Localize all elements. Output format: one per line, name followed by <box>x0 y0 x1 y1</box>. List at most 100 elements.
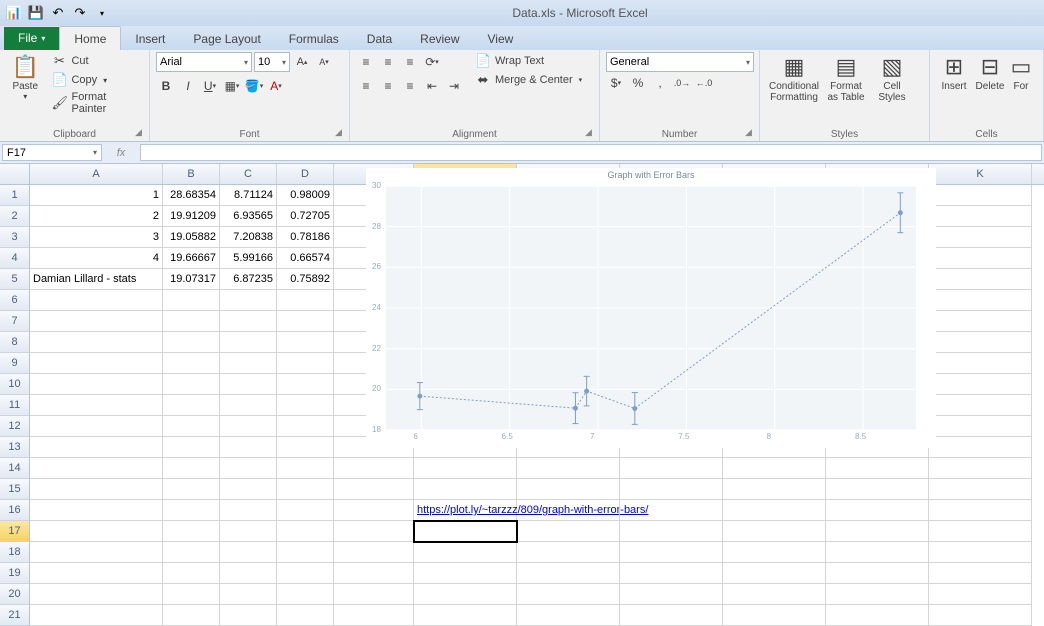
border-button[interactable]: ▦▾ <box>222 76 242 96</box>
cell-B7[interactable] <box>163 311 220 332</box>
cell-K7[interactable] <box>929 311 1032 332</box>
paste-button[interactable]: 📋 Paste ▾ <box>6 52 44 127</box>
cell-D11[interactable] <box>277 395 334 416</box>
cell-G21[interactable] <box>517 605 620 626</box>
cell-H17[interactable] <box>620 521 723 542</box>
col-header-B[interactable]: B <box>163 164 220 184</box>
delete-cell-button[interactable]: ⊟Delete <box>972 52 1008 127</box>
cell-E15[interactable] <box>334 479 414 500</box>
cell-E17[interactable] <box>334 521 414 542</box>
align-bottom-button[interactable]: ≡ <box>400 52 420 72</box>
cell-I14[interactable] <box>723 458 826 479</box>
cell-C14[interactable] <box>220 458 277 479</box>
row-header[interactable]: 9 <box>0 353 30 374</box>
align-left-button[interactable]: ≡ <box>356 76 376 96</box>
align-middle-button[interactable]: ≡ <box>378 52 398 72</box>
conditional-formatting-button[interactable]: ▦Conditional Formatting <box>766 52 822 127</box>
cell-C7[interactable] <box>220 311 277 332</box>
cell-K18[interactable] <box>929 542 1032 563</box>
cell-K9[interactable] <box>929 353 1032 374</box>
cell-I17[interactable] <box>723 521 826 542</box>
cell-B20[interactable] <box>163 584 220 605</box>
cell-B4[interactable]: 19.66667 <box>163 248 220 269</box>
cell-A3[interactable]: 3 <box>30 227 163 248</box>
cell-A7[interactable] <box>30 311 163 332</box>
cell-E18[interactable] <box>334 542 414 563</box>
underline-button[interactable]: U▾ <box>200 76 220 96</box>
cell-C8[interactable] <box>220 332 277 353</box>
cell-H18[interactable] <box>620 542 723 563</box>
format-cell-button[interactable]: ▭For <box>1008 52 1034 127</box>
cell-H15[interactable] <box>620 479 723 500</box>
cell-C13[interactable] <box>220 437 277 458</box>
cell-F20[interactable] <box>414 584 517 605</box>
cell-A16[interactable] <box>30 500 163 521</box>
cell-E21[interactable] <box>334 605 414 626</box>
cell-J20[interactable] <box>826 584 929 605</box>
format-painter-button[interactable]: 🖌Format Painter <box>48 90 143 116</box>
row-header[interactable]: 17 <box>0 521 30 542</box>
cell-F19[interactable] <box>414 563 517 584</box>
cell-G15[interactable] <box>517 479 620 500</box>
cell-J19[interactable] <box>826 563 929 584</box>
cell-A9[interactable] <box>30 353 163 374</box>
clipboard-launcher-icon[interactable]: ◢ <box>135 127 147 139</box>
cell-K15[interactable] <box>929 479 1032 500</box>
cell-E20[interactable] <box>334 584 414 605</box>
cell-J16[interactable] <box>826 500 929 521</box>
cell-A19[interactable] <box>30 563 163 584</box>
row-header[interactable]: 7 <box>0 311 30 332</box>
shrink-font-button[interactable]: A▾ <box>314 52 334 72</box>
cell-E14[interactable] <box>334 458 414 479</box>
cell-D8[interactable] <box>277 332 334 353</box>
cell-D18[interactable] <box>277 542 334 563</box>
align-right-button[interactable]: ≡ <box>400 76 420 96</box>
cell-I20[interactable] <box>723 584 826 605</box>
worksheet-grid[interactable]: ABCDEFGHIJK 1128.683548.711240.980092219… <box>0 164 1044 626</box>
row-header[interactable]: 8 <box>0 332 30 353</box>
tab-file[interactable]: File▾ <box>4 27 59 50</box>
cell-A13[interactable] <box>30 437 163 458</box>
row-header[interactable]: 20 <box>0 584 30 605</box>
percent-button[interactable]: % <box>628 73 648 93</box>
cell-D10[interactable] <box>277 374 334 395</box>
cell-K3[interactable] <box>929 227 1032 248</box>
number-launcher-icon[interactable]: ◢ <box>745 127 757 139</box>
cell-D13[interactable] <box>277 437 334 458</box>
cell-K10[interactable] <box>929 374 1032 395</box>
cell-F17[interactable] <box>414 521 517 542</box>
cell-A10[interactable] <box>30 374 163 395</box>
cell-G19[interactable] <box>517 563 620 584</box>
row-header[interactable]: 1 <box>0 185 30 206</box>
dec-decimal-button[interactable]: ←.0 <box>694 73 714 93</box>
cell-K13[interactable] <box>929 437 1032 458</box>
row-header[interactable]: 15 <box>0 479 30 500</box>
cell-A8[interactable] <box>30 332 163 353</box>
cell-A11[interactable] <box>30 395 163 416</box>
excel-icon[interactable]: 📊 <box>4 3 24 23</box>
cell-D15[interactable] <box>277 479 334 500</box>
cut-button[interactable]: ✂Cut <box>48 52 143 70</box>
fx-button[interactable]: fx <box>104 142 138 163</box>
font-color-button[interactable]: A▾ <box>266 76 286 96</box>
dedent-button[interactable]: ⇤ <box>422 76 442 96</box>
cell-B1[interactable]: 28.68354 <box>163 185 220 206</box>
cell-C9[interactable] <box>220 353 277 374</box>
cell-B10[interactable] <box>163 374 220 395</box>
align-top-button[interactable]: ≡ <box>356 52 376 72</box>
cell-D16[interactable] <box>277 500 334 521</box>
cell-A4[interactable]: 4 <box>30 248 163 269</box>
row-header[interactable]: 16 <box>0 500 30 521</box>
row-header[interactable]: 10 <box>0 374 30 395</box>
cell-B19[interactable] <box>163 563 220 584</box>
cell-A5[interactable]: Damian Lillard - stats <box>30 269 163 290</box>
wrap-text-button[interactable]: 📄Wrap Text <box>472 52 585 70</box>
cell-D20[interactable] <box>277 584 334 605</box>
cell-D12[interactable] <box>277 416 334 437</box>
cell-K17[interactable] <box>929 521 1032 542</box>
cell-A6[interactable] <box>30 290 163 311</box>
cell-K4[interactable] <box>929 248 1032 269</box>
cell-D9[interactable] <box>277 353 334 374</box>
chart-error-bars[interactable]: Graph with Error Bars 66.577.588.5182022… <box>366 168 936 448</box>
cell-A17[interactable] <box>30 521 163 542</box>
